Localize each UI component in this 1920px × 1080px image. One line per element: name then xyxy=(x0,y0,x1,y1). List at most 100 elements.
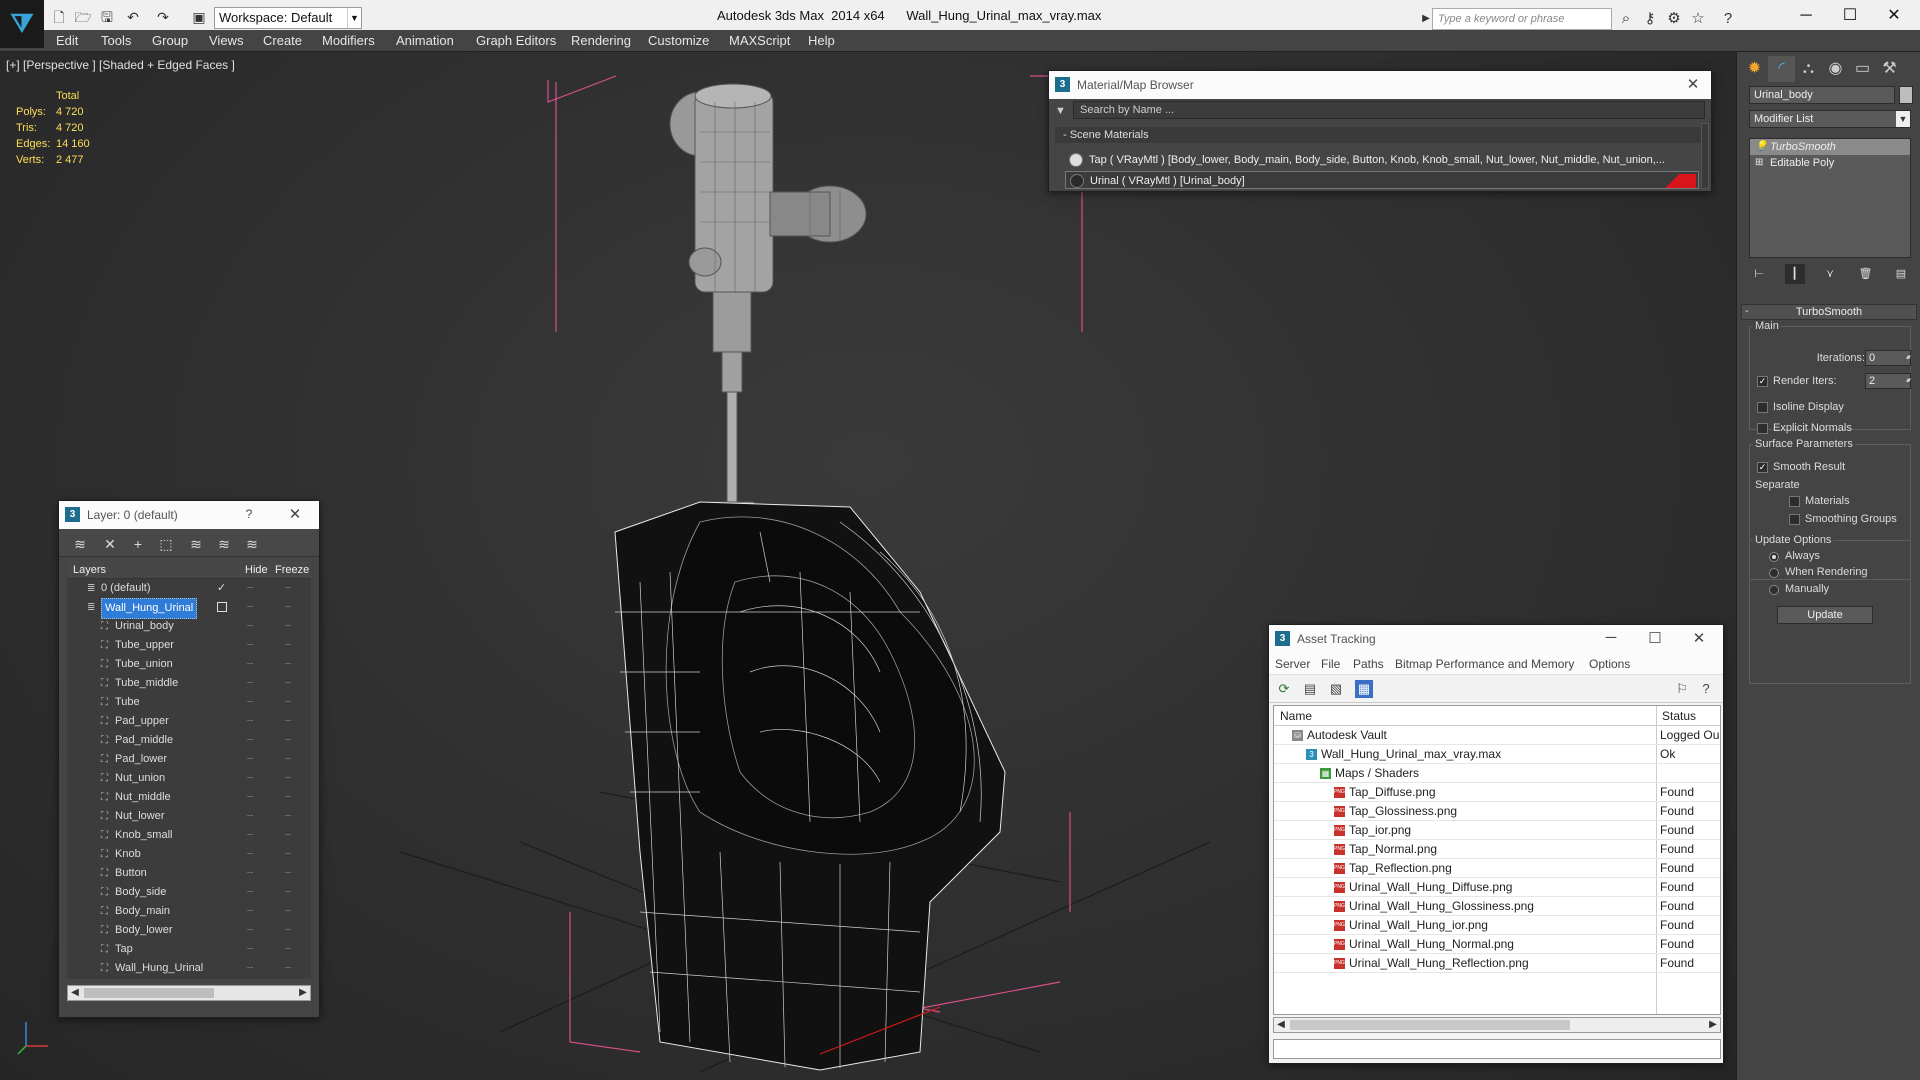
hide-toggle[interactable]: ╌ xyxy=(243,883,257,902)
star-icon[interactable]: ☆ xyxy=(1688,9,1708,29)
explicit-normals-checkbox[interactable] xyxy=(1757,423,1768,434)
expand-plus-icon[interactable]: ⊞ xyxy=(1755,155,1763,171)
layer-row[interactable]: ⛶ Nut_union ╌ ╌ xyxy=(67,769,311,788)
asset-row[interactable]: PNG Urinal_Wall_Hung_Normal.png Found xyxy=(1274,935,1720,954)
hide-all-icon[interactable]: ≋ xyxy=(215,535,233,553)
freeze-toggle[interactable]: ╌ xyxy=(281,769,295,788)
hide-toggle[interactable]: ╌ xyxy=(243,655,257,674)
viewport-label[interactable]: [+] [Perspective ] [Shaded + Edged Faces… xyxy=(6,58,235,72)
menu-create[interactable]: Create xyxy=(263,33,302,48)
asset-row[interactable]: ⛁ Autodesk Vault Logged Ou xyxy=(1274,726,1720,745)
freeze-toggle[interactable]: ╌ xyxy=(281,712,295,731)
asset-row[interactable]: PNG Tap_Normal.png Found xyxy=(1274,840,1720,859)
freeze-toggle[interactable]: ╌ xyxy=(281,617,295,636)
layer-row[interactable]: ⛶ Tube_upper ╌ ╌ xyxy=(67,636,311,655)
layer-row[interactable]: ⛶ Tap ╌ ╌ xyxy=(67,940,311,959)
layer-row[interactable]: ⛶ Body_lower ╌ ╌ xyxy=(67,921,311,940)
search-input[interactable]: Type a keyword or phrase xyxy=(1432,8,1612,30)
freeze-toggle[interactable]: ╌ xyxy=(281,940,295,959)
asset-row[interactable]: 3 Wall_Hung_Urinal_max_vray.max Ok xyxy=(1274,745,1720,764)
layer-row[interactable]: ⛶ Pad_middle ╌ ╌ xyxy=(67,731,311,750)
layer-row[interactable]: ⛶ Button ╌ ╌ xyxy=(67,864,311,883)
render-iters-checkbox[interactable]: ✓ xyxy=(1757,376,1768,387)
material-row-tap[interactable]: Tap ( VRayMtl ) [Body_lower, Body_main, … xyxy=(1065,151,1699,169)
hide-column-header[interactable]: Hide xyxy=(245,564,268,576)
freeze-toggle[interactable]: ╌ xyxy=(281,921,295,940)
list-view-icon[interactable]: ▤ xyxy=(1301,680,1319,698)
maximize-icon[interactable]: ☐ xyxy=(1645,629,1665,647)
freeze-toggle[interactable]: ╌ xyxy=(281,845,295,864)
undo-icon[interactable]: ↶ xyxy=(124,8,142,26)
freeze-toggle[interactable]: ╌ xyxy=(281,579,295,598)
freeze-toggle[interactable]: ╌ xyxy=(281,864,295,883)
layer-row[interactable]: ⛶ Body_side ╌ ╌ xyxy=(67,883,311,902)
asset-horizontal-scrollbar[interactable]: ◀ ▶ xyxy=(1273,1017,1721,1033)
object-name-field[interactable]: Urinal_body xyxy=(1749,86,1895,104)
remove-modifier-icon[interactable]: 🗑 xyxy=(1856,264,1876,284)
layer-row[interactable]: ⛶ Knob ╌ ╌ xyxy=(67,845,311,864)
asset-row[interactable]: PNG Urinal_Wall_Hung_Reflection.png Found xyxy=(1274,954,1720,973)
layer-add-icon[interactable]: ≋ xyxy=(71,535,89,553)
menu-file[interactable]: File xyxy=(1321,657,1340,671)
asset-row[interactable]: ▦ Maps / Shaders xyxy=(1274,764,1720,783)
maximize-button[interactable]: ☐ xyxy=(1830,4,1870,28)
menu-group[interactable]: Group xyxy=(152,33,188,48)
status-column-header[interactable]: Status xyxy=(1662,709,1696,723)
asset-row[interactable]: PNG Tap_ior.png Found xyxy=(1274,821,1720,840)
layer-row[interactable]: ≣ Wall_Hung_Urinal ╌ ╌ xyxy=(67,598,311,619)
freeze-toggle[interactable]: ╌ xyxy=(281,655,295,674)
update-button[interactable]: Update xyxy=(1777,606,1873,624)
modify-tab-icon[interactable]: ◜ xyxy=(1768,56,1795,82)
freeze-toggle[interactable]: ╌ xyxy=(281,883,295,902)
pin-stack-icon[interactable]: ⊢ xyxy=(1749,264,1769,284)
asset-row[interactable]: PNG Tap_Reflection.png Found xyxy=(1274,859,1720,878)
freeze-toggle[interactable]: ╌ xyxy=(281,959,295,978)
hide-toggle[interactable]: ╌ xyxy=(243,921,257,940)
app-menu-button[interactable]: ⧩ xyxy=(0,0,44,48)
material-browser-scrollbar[interactable] xyxy=(1701,123,1709,189)
hide-toggle[interactable]: ╌ xyxy=(243,693,257,712)
menu-animation[interactable]: Animation xyxy=(396,33,454,48)
save-file-icon[interactable]: 🖫 xyxy=(98,8,116,26)
layer-row[interactable]: ⛶ Nut_middle ╌ ╌ xyxy=(67,788,311,807)
layer-row[interactable]: ⛶ Tube ╌ ╌ xyxy=(67,693,311,712)
layer-window-titlebar[interactable]: 3 Layer: 0 (default) ? ✕ xyxy=(59,501,319,529)
configure-sets-icon[interactable]: ▤ xyxy=(1891,264,1911,284)
freeze-toggle[interactable]: ╌ xyxy=(281,826,295,845)
close-icon[interactable]: ✕ xyxy=(285,505,305,523)
scroll-left-icon[interactable]: ◀ xyxy=(1274,1018,1288,1032)
exchange-icon[interactable]: ⚙ xyxy=(1664,9,1684,29)
asset-row[interactable]: PNG Urinal_Wall_Hung_Glossiness.png Found xyxy=(1274,897,1720,916)
make-unique-icon[interactable]: ⋎ xyxy=(1820,264,1840,284)
scene-materials-header[interactable]: - Scene Materials xyxy=(1055,127,1703,143)
layer-row[interactable]: ⛶ Urinal_body ╌ ╌ xyxy=(67,617,311,636)
always-radio[interactable] xyxy=(1769,552,1779,562)
asset-row[interactable]: PNG Tap_Glossiness.png Found xyxy=(1274,802,1720,821)
minimize-button[interactable]: ─ xyxy=(1786,4,1826,28)
new-file-icon[interactable]: 🗋 xyxy=(50,8,68,26)
asset-row[interactable]: PNG Urinal_Wall_Hung_Diffuse.png Found xyxy=(1274,878,1720,897)
highlight-layer-icon[interactable]: ≋ xyxy=(187,535,205,553)
material-browser-titlebar[interactable]: 3 Material/Map Browser ✕ xyxy=(1049,71,1711,99)
freeze-toggle[interactable]: ╌ xyxy=(281,693,295,712)
smoothing-groups-checkbox[interactable] xyxy=(1789,514,1800,525)
menu-graph-editors[interactable]: Graph Editors xyxy=(476,33,556,48)
utilities-tab-icon[interactable]: ⚒ xyxy=(1876,56,1903,82)
hide-toggle[interactable]: ╌ xyxy=(243,807,257,826)
hide-toggle[interactable]: ╌ xyxy=(243,864,257,883)
asset-row[interactable]: PNG Urinal_Wall_Hung_ior.png Found xyxy=(1274,916,1720,935)
hide-toggle[interactable]: ╌ xyxy=(243,788,257,807)
close-button[interactable]: ✕ xyxy=(1874,4,1914,28)
material-row-urinal[interactable]: Urinal ( VRayMtl ) [Urinal_body] xyxy=(1065,171,1699,189)
help-icon[interactable]: ? xyxy=(239,507,259,521)
key-icon[interactable]: ⚷ xyxy=(1640,9,1660,29)
asset-tracking-titlebar[interactable]: 3 Asset Tracking ─ ☐ ✕ xyxy=(1269,625,1723,653)
close-icon[interactable]: ✕ xyxy=(1689,629,1709,647)
smooth-result-checkbox[interactable]: ✓ xyxy=(1757,462,1768,473)
scroll-left-icon[interactable]: ◀ xyxy=(68,986,82,1000)
layer-row[interactable]: ⛶ Tube_union ╌ ╌ xyxy=(67,655,311,674)
freeze-toggle[interactable]: ╌ xyxy=(281,788,295,807)
manually-radio[interactable] xyxy=(1769,585,1779,595)
menu-maxscript[interactable]: MAXScript xyxy=(729,33,790,48)
workspace-dropdown[interactable]: Workspace: Default ▼ xyxy=(214,7,362,29)
